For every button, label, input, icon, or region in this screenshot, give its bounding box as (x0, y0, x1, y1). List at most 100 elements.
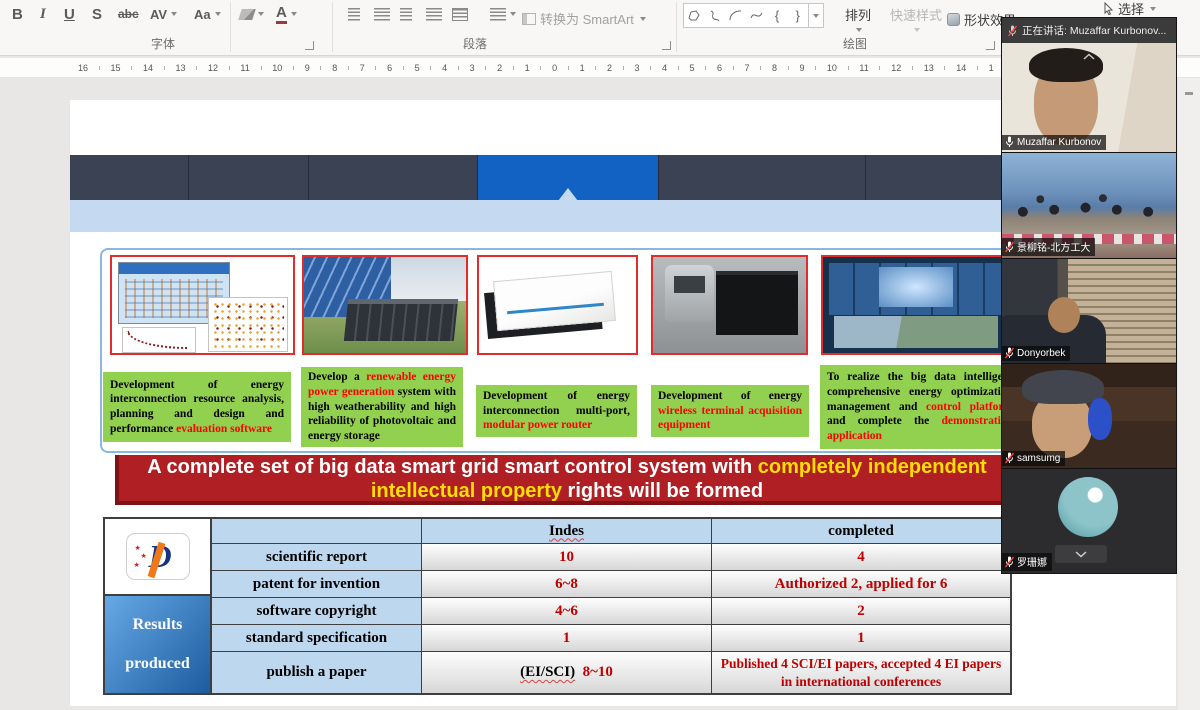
smartart-icon (522, 13, 536, 25)
ruler-number: 13 (924, 63, 934, 73)
vertical-scrollbar[interactable] (1178, 78, 1200, 710)
results-completed-value: 4 (712, 544, 1010, 571)
chevron-down-icon (1150, 7, 1156, 11)
underline-button[interactable]: U (64, 3, 75, 25)
mic-icon (1005, 556, 1014, 568)
ruler-number: 9 (305, 63, 310, 73)
results-row-label: software copyright (212, 598, 422, 625)
character-spacing-button[interactable]: AV (150, 3, 177, 25)
columns-icon (452, 8, 468, 21)
mic-icon (1005, 347, 1014, 359)
ruler-number: 4 (442, 63, 447, 73)
italic-button[interactable]: I (40, 3, 46, 25)
group-divider (676, 2, 677, 52)
nav-segment-3 (309, 155, 478, 200)
chevron-down-icon (640, 17, 646, 21)
caption-renewable: Develop a renewable energy power generat… (301, 367, 463, 447)
ruler-tick (848, 66, 849, 70)
ruler-number: 10 (272, 63, 282, 73)
ruler-track: 1615141312111098765432101234567891011121… (78, 58, 994, 78)
nav-segment-2 (189, 155, 309, 200)
results-row-label: publish a paper (212, 652, 422, 693)
freeform-shape-icon[interactable] (684, 10, 705, 22)
organization-logo: D ★ ★ ★ (126, 533, 190, 580)
font-color-button[interactable]: A (276, 3, 297, 25)
line-spacing-icon (490, 8, 506, 21)
results-indes-value: 4~6 (422, 598, 712, 625)
convert-to-smartart-button[interactable]: 转换为 SmartArt (522, 9, 646, 28)
results-table: D ★ ★ ★ Results produced Indescompleteds… (103, 517, 1012, 695)
ruler-tick (595, 66, 596, 70)
align-right-button[interactable] (400, 3, 412, 25)
distribute-button[interactable] (452, 3, 468, 25)
avatar (1058, 477, 1118, 537)
chevron-up-icon[interactable] (1082, 47, 1096, 65)
ruler-number: 7 (744, 63, 749, 73)
scrollbar-thumb[interactable] (1185, 92, 1193, 95)
results-header-cell (212, 519, 422, 544)
video-tile-muzaffar[interactable]: Muzaffar Kurbonov (1002, 43, 1176, 152)
align-center-icon (374, 8, 390, 21)
participant-name-tag: 景柳铭-北方工大 (1002, 238, 1095, 256)
align-left-button[interactable] (348, 3, 360, 25)
video-tile-classroom[interactable]: 景柳铭-北方工大 (1002, 152, 1176, 258)
participant-name-tag: Donyorbek (1002, 346, 1070, 361)
paragraph-dialog-launcher[interactable] (662, 41, 671, 50)
chevron-down-icon (215, 12, 221, 16)
drawing-group-label: 绘图 (843, 35, 867, 52)
video-tile-samsumg[interactable]: samsumg (1002, 363, 1176, 468)
drawing-dialog-launcher[interactable] (986, 41, 995, 50)
bold-button[interactable]: B (12, 3, 23, 25)
ruler-tick (760, 66, 761, 70)
highlight-color-button[interactable] (240, 3, 264, 25)
arc-shape-icon[interactable] (725, 10, 746, 21)
font-group-label: 字体 (151, 35, 175, 52)
ruler-number: 3 (635, 63, 640, 73)
arrange-button[interactable]: 排列 (845, 5, 871, 32)
results-completed-value: 2 (712, 598, 1010, 625)
cursor-icon (1103, 2, 1114, 15)
ruler-tick (540, 66, 541, 70)
shape-effects-icon (947, 13, 960, 26)
justify-button[interactable] (426, 3, 442, 25)
change-case-button[interactable]: Aa (194, 3, 221, 25)
logo-cell: D ★ ★ ★ (105, 519, 210, 596)
results-indes-value: 6~8 (422, 571, 712, 598)
results-completed-value: 1 (712, 625, 1010, 652)
quick-styles-button[interactable]: 快速样式 (890, 5, 942, 32)
ruler-number: 1 (525, 63, 530, 73)
left-brace-shape-icon[interactable]: { (767, 8, 788, 23)
shapes-gallery[interactable]: { } (683, 3, 824, 28)
results-indes-value: 10 (422, 544, 712, 571)
font-dialog-launcher[interactable] (305, 41, 314, 50)
align-left-icon (348, 8, 360, 21)
results-row-label: standard specification (212, 625, 422, 652)
scribble-shape-icon[interactable] (705, 10, 726, 22)
select-button[interactable]: 选择 (1103, 0, 1156, 17)
ruler-number: 8 (332, 63, 337, 73)
ruler-tick (678, 66, 679, 70)
ruler-number: 0 (552, 63, 557, 73)
results-indes-value: 1 (422, 625, 712, 652)
ruler-number: 11 (859, 63, 868, 73)
project-image-terminal (651, 255, 808, 355)
ruler-number: 10 (827, 63, 837, 73)
participant-name-tag: samsumg (1002, 451, 1065, 466)
text-shadow-button[interactable]: S (92, 3, 102, 25)
chevron-down-icon (258, 12, 264, 16)
ruler-tick (568, 66, 569, 70)
collapse-panel-button[interactable] (1055, 545, 1107, 563)
ruler-tick (705, 66, 706, 70)
ruler-number: 5 (415, 63, 420, 73)
strikethrough-button[interactable]: abc (118, 3, 139, 25)
mic-icon (1005, 136, 1014, 148)
shapes-gallery-more-button[interactable] (808, 4, 823, 27)
curve-shape-icon[interactable] (746, 10, 767, 21)
video-tile-donyorbek[interactable]: Donyorbek (1002, 258, 1176, 363)
project-image-router (477, 255, 638, 355)
align-center-button[interactable] (374, 3, 390, 25)
right-brace-shape-icon[interactable]: } (787, 8, 808, 23)
ruler-tick (348, 66, 349, 70)
line-spacing-button[interactable] (490, 3, 516, 25)
video-tile-luoshanna[interactable]: 罗珊娜 (1002, 468, 1176, 573)
